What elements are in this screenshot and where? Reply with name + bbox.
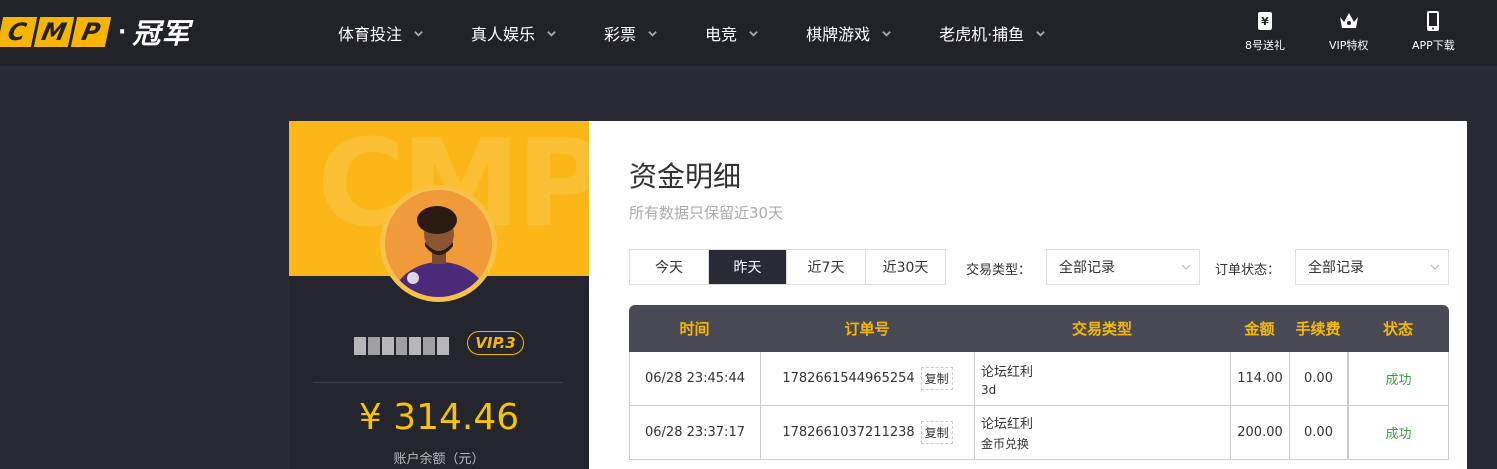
chevron-down-icon (1181, 264, 1191, 270)
page-title: 资金明细 (629, 160, 742, 193)
order-status-select[interactable]: 全部记录 (1295, 249, 1449, 285)
chevron-down-icon (1036, 30, 1045, 37)
cell-amount: 200.00 (1231, 406, 1290, 459)
cell-order-no: 1782661544965254 复制 (761, 352, 975, 405)
chevron-down-icon (547, 30, 556, 37)
order-number: 1782661037211238 (782, 425, 915, 440)
fund-details-panel: 资金明细 所有数据只保留近30天 今天 昨天 近7天 近30天 交易类型： 全部… (589, 121, 1467, 469)
profile-divider (313, 382, 563, 383)
logo-letter: M (33, 17, 75, 47)
transaction-type-label: 交易类型： (966, 263, 1032, 278)
chevron-down-icon (1430, 264, 1440, 270)
main-nav: 体育投注 真人娱乐 彩票 电竞 棋牌游戏 老虎机·捕鱼 (338, 0, 1093, 66)
nav-item-label: 老虎机·捕鱼 (939, 25, 1025, 44)
tab-last-30-days[interactable]: 近30天 (866, 250, 945, 284)
nav-item-sports[interactable]: 体育投注 (338, 21, 423, 45)
profile-card: CMP VIP.3 ¥ 314.46 账户余额（元） (289, 121, 589, 469)
quick-link-gift[interactable]: ¥ 8号送礼 (1245, 10, 1285, 53)
quick-link-label: VIP特权 (1329, 39, 1369, 52)
cell-amount: 114.00 (1231, 352, 1290, 405)
top-navigation-bar: C M P · 冠军 体育投注 真人娱乐 彩票 电竞 棋牌游戏 老虎机·捕鱼 ¥… (0, 0, 1497, 66)
svg-text:¥: ¥ (1261, 15, 1269, 28)
transaction-type-select[interactable]: 全部记录 (1046, 249, 1200, 285)
page-subtitle: 所有数据只保留近30天 (629, 204, 784, 222)
nav-item-label: 电竞 (705, 25, 738, 44)
logo-letters: C M P (0, 17, 112, 47)
cell-type: 论坛红利 3d (975, 352, 1231, 405)
select-value: 全部记录 (1308, 260, 1364, 276)
username-blurred (354, 337, 450, 355)
order-number: 1782661544965254 (782, 371, 915, 386)
cell-time: 06/28 23:45:44 (630, 352, 761, 405)
table-row: 06/28 23:45:44 1782661544965254 复制 论坛红利 … (629, 352, 1449, 406)
avatar-image (385, 190, 492, 297)
chevron-down-icon (648, 30, 657, 37)
copy-button[interactable]: 复制 (920, 367, 953, 390)
avatar[interactable] (380, 185, 497, 302)
logo-letter: C (0, 17, 38, 47)
chevron-down-icon (882, 30, 891, 37)
nav-item-label: 体育投注 (338, 25, 403, 44)
cell-fee: 0.00 (1290, 352, 1348, 405)
column-header-time: 时间 (679, 320, 710, 338)
chevron-down-icon (414, 30, 423, 37)
transaction-note: 金币兑换 (981, 437, 1030, 451)
transaction-type: 论坛红利 (981, 364, 1034, 380)
nav-item-live-casino[interactable]: 真人娱乐 (471, 21, 556, 45)
column-header-type: 交易类型 (1071, 320, 1132, 338)
site-logo[interactable]: C M P · 冠军 (0, 12, 190, 52)
chevron-down-icon (749, 30, 758, 37)
cell-order-no: 1782661037211238 复制 (761, 406, 975, 459)
logo-letter: P (70, 17, 112, 47)
copy-button[interactable]: 复制 (920, 421, 953, 444)
quick-link-label: APP下载 (1412, 39, 1455, 52)
column-header-order-no: 订单号 (844, 320, 890, 338)
vip-level-badge: VIP.3 (467, 331, 524, 355)
tab-yesterday[interactable]: 昨天 (709, 250, 787, 284)
cell-time: 06/28 23:37:17 (630, 406, 761, 459)
account-balance-label: 账户余额（元） (393, 452, 485, 467)
nav-item-lottery[interactable]: 彩票 (604, 21, 657, 45)
ticket-icon: ¥ (1258, 12, 1272, 30)
logo-separator: · (118, 19, 127, 45)
nav-item-card-games[interactable]: 棋牌游戏 (806, 21, 891, 45)
tab-today[interactable]: 今天 (630, 250, 709, 284)
cell-fee: 0.00 (1290, 406, 1348, 459)
tab-last-7-days[interactable]: 近7天 (787, 250, 866, 284)
transaction-note: 3d (981, 382, 997, 397)
quick-link-app[interactable]: APP下载 (1412, 10, 1455, 53)
column-header-fee: 手续费 (1295, 320, 1341, 338)
order-status-label: 订单状态： (1215, 263, 1281, 278)
column-header-amount: 金额 (1244, 320, 1275, 338)
nav-item-label: 彩票 (604, 25, 637, 44)
crown-icon (1339, 13, 1358, 28)
quick-link-label: 8号送礼 (1245, 39, 1285, 52)
cell-type: 论坛红利 金币兑换 (975, 406, 1231, 459)
nav-item-esports[interactable]: 电竞 (705, 21, 758, 45)
transactions-table: 时间 订单号 交易类型 金额 手续费 状态 06/28 23:45:44 178… (629, 305, 1449, 460)
nav-item-slots-fishing[interactable]: 老虎机·捕鱼 (939, 21, 1045, 45)
column-header-status: 状态 (1382, 320, 1413, 338)
table-header: 时间 订单号 交易类型 金额 手续费 状态 (629, 305, 1449, 352)
transaction-type: 论坛红利 (981, 417, 1034, 432)
account-balance: ¥ 314.46 (358, 397, 520, 438)
select-value: 全部记录 (1059, 260, 1115, 276)
logo-text: 冠军 (132, 17, 191, 50)
nav-item-label: 棋牌游戏 (806, 25, 871, 44)
cell-status: 成功 (1348, 352, 1448, 405)
cell-status: 成功 (1348, 406, 1448, 459)
nav-item-label: 真人娱乐 (471, 25, 536, 44)
quick-link-vip[interactable]: VIP特权 (1329, 10, 1368, 53)
table-row: 06/28 23:37:17 1782661037211238 复制 论坛红利 … (629, 406, 1449, 460)
tablet-icon (1427, 11, 1440, 31)
date-range-tabs: 今天 昨天 近7天 近30天 (629, 249, 946, 285)
